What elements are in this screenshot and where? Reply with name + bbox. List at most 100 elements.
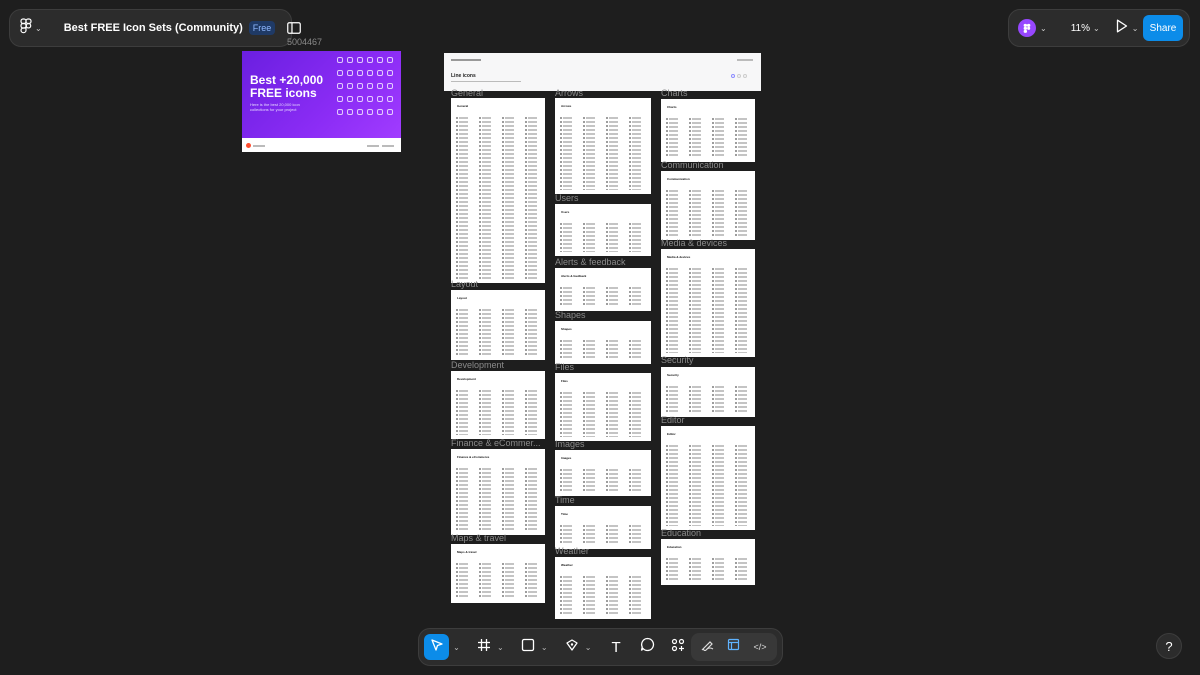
brand-logo-icon bbox=[246, 143, 251, 148]
chevron-down-icon[interactable]: ⌄ bbox=[1040, 24, 1047, 33]
frame-title: Files bbox=[561, 379, 568, 383]
section-label-arrows: Arrows bbox=[555, 88, 584, 98]
section-frame-editor[interactable]: Editor bbox=[661, 426, 755, 530]
section-frame-weather[interactable]: Weather bbox=[555, 557, 651, 619]
icon-sample-icon bbox=[387, 109, 393, 115]
section-frame-alerts[interactable]: Alerts & feedback bbox=[555, 268, 651, 311]
section-label-security: Security bbox=[661, 355, 694, 365]
section-label-charts: Charts bbox=[661, 88, 688, 98]
icon-sample-icon bbox=[377, 83, 383, 89]
design-mode[interactable] bbox=[723, 637, 743, 657]
text-icon: T bbox=[611, 638, 621, 656]
pen-icon bbox=[565, 638, 579, 657]
cover-banner: Best +20,000 FREE icons Here is the best… bbox=[242, 51, 401, 138]
frame-id-label: 5004467 bbox=[287, 37, 323, 47]
section-label-shapes: Shapes bbox=[555, 310, 586, 320]
move-tool[interactable] bbox=[424, 634, 450, 660]
section-frame-charts[interactable]: Charts bbox=[661, 99, 755, 162]
section-frame-time[interactable]: Time bbox=[555, 506, 651, 549]
present-button[interactable]: ⌄ bbox=[1116, 19, 1138, 38]
section-label-education: Education bbox=[661, 528, 702, 538]
comment-icon bbox=[640, 637, 655, 657]
section-frame-images[interactable]: Images bbox=[555, 450, 651, 496]
section-label-layout: Layout bbox=[451, 279, 479, 289]
actions-tool[interactable] bbox=[666, 634, 691, 660]
help-button[interactable]: ? bbox=[1156, 633, 1182, 659]
chevron-down-icon: ⌄ bbox=[35, 23, 42, 33]
shape-tool[interactable] bbox=[516, 634, 541, 660]
toggle-dot-icon bbox=[737, 74, 741, 78]
file-title[interactable]: Best FREE Icon Sets (Community) bbox=[64, 22, 243, 34]
share-button[interactable]: Share bbox=[1143, 15, 1183, 41]
comment-tool[interactable] bbox=[635, 634, 660, 660]
section-frame-maps[interactable]: Maps & travel bbox=[451, 544, 545, 603]
top-right-panel: ⌄ 11% ⌄ ⌄ Share bbox=[1008, 9, 1190, 47]
figma-logo-icon bbox=[20, 17, 32, 39]
section-label-finance: Finance & eCommer... bbox=[451, 438, 541, 448]
section-label-general: General bbox=[451, 88, 484, 98]
icon-sample-icon bbox=[347, 109, 353, 115]
file-panel: ⌄ Best FREE Icon Sets (Community) Free bbox=[9, 9, 302, 47]
icon-sample-icon bbox=[357, 70, 363, 76]
mode-switcher: </> bbox=[691, 633, 778, 661]
icon-sample-icon bbox=[367, 83, 373, 89]
section-label-editor: Editor bbox=[661, 415, 685, 425]
header-frame[interactable]: Line icons bbox=[444, 53, 761, 91]
cover-footer-link bbox=[382, 145, 394, 147]
section-frame-layout[interactable]: Layout bbox=[451, 290, 545, 360]
icon-sample-icon bbox=[367, 70, 373, 76]
section-frame-users[interactable]: Users bbox=[555, 204, 651, 256]
icon-sample-icon bbox=[347, 70, 353, 76]
section-label-images: Images bbox=[555, 439, 585, 449]
plan-badge[interactable]: Free bbox=[248, 21, 276, 35]
chevron-down-icon[interactable]: ⌄ bbox=[585, 643, 592, 652]
section-label-media: Media & devices bbox=[661, 238, 728, 248]
main-menu-button[interactable]: ⌄ bbox=[20, 17, 42, 39]
sidebar-toggle-icon[interactable] bbox=[287, 22, 302, 34]
section-label-time: Time bbox=[555, 495, 575, 505]
section-label-files: Files bbox=[555, 362, 575, 372]
pen-tool[interactable] bbox=[560, 634, 585, 660]
frame-tool[interactable] bbox=[472, 634, 497, 660]
frame-title: Alerts & feedback bbox=[561, 274, 587, 278]
icon-sample-icon bbox=[357, 109, 363, 115]
zoom-dropdown[interactable]: 11% ⌄ bbox=[1071, 23, 1100, 34]
section-frame-development[interactable]: Development bbox=[451, 371, 545, 439]
section-frame-general[interactable]: General bbox=[451, 98, 545, 283]
figma-user-avatar-icon[interactable] bbox=[1018, 19, 1036, 37]
header-meta bbox=[737, 59, 753, 61]
chevron-down-icon[interactable]: ⌄ bbox=[453, 643, 460, 652]
icon-sample-icon bbox=[377, 109, 383, 115]
section-label-development: Development bbox=[451, 360, 505, 370]
icon-sample-icon bbox=[377, 96, 383, 102]
chevron-down-icon[interactable]: ⌄ bbox=[497, 643, 504, 652]
icon-sample-icon bbox=[387, 70, 393, 76]
section-frame-shapes[interactable]: Shapes bbox=[555, 321, 651, 364]
section-frame-media[interactable]: Media & devices bbox=[661, 249, 755, 357]
section-frame-finance[interactable]: Finance & eCommerce bbox=[451, 449, 545, 535]
icon-sample-icon bbox=[337, 96, 343, 102]
frame-title: Arrows bbox=[561, 104, 572, 108]
section-frame-education[interactable]: Education bbox=[661, 539, 755, 585]
design-icon bbox=[727, 638, 740, 656]
icon-sample-icon bbox=[387, 83, 393, 89]
frame-title: Maps & travel bbox=[457, 550, 477, 554]
section-frame-files[interactable]: Files bbox=[555, 373, 651, 441]
chevron-down-icon[interactable]: ⌄ bbox=[541, 643, 548, 652]
section-frame-arrows[interactable]: Arrows bbox=[555, 98, 651, 194]
section-label-users: Users bbox=[555, 193, 579, 203]
section-frame-communication[interactable]: Communication bbox=[661, 171, 755, 240]
cover-frame[interactable]: Best +20,000 FREE icons Here is the best… bbox=[242, 51, 401, 152]
frame-title: Development bbox=[457, 377, 476, 381]
section-frame-security[interactable]: Security bbox=[661, 367, 755, 417]
actions-grid-icon bbox=[671, 638, 685, 657]
frame-title: Weather bbox=[561, 563, 573, 567]
bottom-toolbar: ⌄ ⌄ ⌄ ⌄ T </> bbox=[418, 628, 783, 666]
text-tool[interactable]: T bbox=[604, 634, 629, 660]
cover-footer-link bbox=[367, 145, 379, 147]
dev-mode[interactable]: </> bbox=[749, 637, 771, 657]
draw-mode[interactable] bbox=[697, 637, 717, 657]
icon-sample-icon bbox=[377, 57, 383, 63]
frame-title: Shapes bbox=[561, 327, 572, 331]
icon-sample-icon bbox=[387, 96, 393, 102]
